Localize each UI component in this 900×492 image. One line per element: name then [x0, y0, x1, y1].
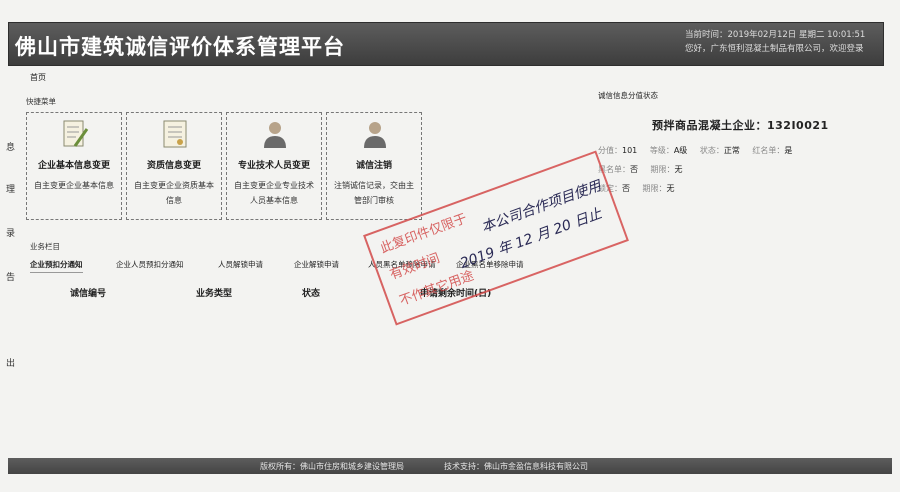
quick-item-desc: 自主变更企业资质基本信息: [134, 181, 214, 205]
person-icon: [364, 122, 386, 148]
left-nav-item[interactable]: 息: [6, 140, 15, 153]
footer-copyright: 版权所有：佛山市住房和城乡建设管理局: [260, 462, 404, 471]
left-nav-item[interactable]: 录: [6, 226, 15, 239]
column-header: 业务类型: [196, 289, 233, 299]
quick-item-company-info[interactable]: 企业基本信息变更 自主变更企业基本信息: [26, 112, 122, 220]
business-label: 业务栏目: [30, 242, 60, 251]
tab-company-deduction[interactable]: 企业预扣分通知: [30, 259, 83, 273]
column-header: 状态: [302, 289, 321, 299]
credit-row: 黑名单：否 期限：无: [598, 165, 683, 174]
quick-menu-label: 快捷菜单: [26, 97, 56, 106]
left-nav-item[interactable]: 出: [6, 356, 15, 369]
left-nav-item[interactable]: 告: [6, 270, 15, 283]
quick-item-title: 企业基本信息变更: [37, 161, 110, 171]
credit-status-title: 诚信信息分值状态: [598, 91, 658, 100]
tab-company-unlock[interactable]: 企业解锁申请: [294, 259, 339, 270]
app-title: 佛山市建筑诚信评价体系管理平台: [15, 35, 345, 59]
quick-item-title: 资质信息变更: [146, 161, 201, 171]
quick-menu: 企业基本信息变更 自主变更企业基本信息 资质信息变更 自主变更企业资质基本信息 …: [26, 112, 424, 222]
header-bar: 佛山市建筑诚信评价体系管理平台 当前时间：2019年02月12日 星期二 10:…: [8, 22, 884, 66]
credit-row: 分值：101 等级：A级 状态：正常 红名单：是: [598, 146, 793, 155]
current-time: 当前时间：2019年02月12日 星期二 10:01:51: [685, 30, 866, 40]
tab-staff-unlock[interactable]: 人员解锁申请: [218, 259, 263, 270]
document-pen-icon: [63, 120, 89, 147]
quick-item-credit-cancel[interactable]: 诚信注销 注销诚信记录，交由主管部门审核: [326, 112, 422, 220]
left-nav-item[interactable]: 理: [6, 182, 15, 195]
person-icon: [264, 122, 286, 148]
welcome-text: 您好，广东恒利混凝土制品有限公司，欢迎登录: [685, 44, 864, 54]
certificate-icon: [163, 120, 187, 148]
quick-item-desc: 自主变更企业专业技术人员基本信息: [234, 181, 314, 205]
quick-item-qualification[interactable]: 资质信息变更 自主变更企业资质基本信息: [126, 112, 222, 220]
quick-item-desc: 自主变更企业基本信息: [34, 181, 114, 190]
company-name: 预拌商品混凝土企业：132I0021: [652, 119, 829, 132]
footer-support: 技术支持：佛山市金盈信息科技有限公司: [444, 462, 588, 471]
footer-bar: 版权所有：佛山市住房和城乡建设管理局 技术支持：佛山市金盈信息科技有限公司: [8, 458, 892, 474]
quick-item-desc: 注销诚信记录，交由主管部门审核: [334, 181, 414, 205]
tab-staff-deduction[interactable]: 企业人员预扣分通知: [116, 259, 184, 270]
quick-item-staff[interactable]: 专业技术人员变更 自主变更企业专业技术人员基本信息: [226, 112, 322, 220]
breadcrumb-home[interactable]: 首页: [30, 72, 46, 83]
quick-item-title: 专业技术人员变更: [237, 161, 310, 171]
column-header: 诚信编号: [70, 289, 107, 299]
quick-item-title: 诚信注销: [355, 161, 392, 171]
